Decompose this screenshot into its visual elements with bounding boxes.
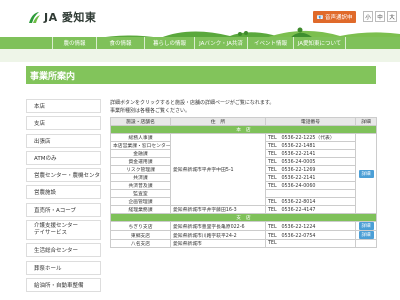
- facility-name: 資金運用課: [110, 157, 171, 166]
- facility-phone: TEL 0536-22-0754: [265, 230, 356, 240]
- column-header-phone: 電話番号: [265, 117, 356, 126]
- facility-phone: TEL: [265, 239, 356, 248]
- facility-address: 愛知県新城市平井字藤田16-3: [170, 205, 266, 214]
- table-row: ちぎり支店 愛知県新城市豊里字長亀原022-6 TEL 0536-22-1224…: [110, 221, 377, 231]
- facility-phone: TEL 0536-22-1224: [265, 221, 356, 231]
- detail-cell: 詳細: [355, 133, 377, 214]
- facility-address: 愛知県新城市: [170, 239, 266, 248]
- sidebar-item-funeral-hall[interactable]: 葬祭ホール: [26, 260, 101, 275]
- sidebar-item-head-office[interactable]: 本店: [26, 99, 101, 113]
- facility-phone: TEL 0536-22-1225（代表）: [265, 133, 356, 142]
- facility-phone: TEL 0536-24-0005: [265, 157, 356, 166]
- facility-phone: TEL 0536-24-0060: [265, 181, 356, 190]
- table-row: 八名支店 愛知県新城市 TEL: [110, 239, 377, 248]
- category-label: 支 店: [110, 213, 377, 222]
- facility-address: 愛知県新城市川路字萩平24-2: [170, 230, 266, 240]
- facility-address: 愛知県新城市豊里字長亀原022-6: [170, 221, 266, 231]
- facility-phone: TEL 0536-22-2141: [265, 149, 356, 158]
- detail-cell: [355, 239, 377, 248]
- description-line: 事業所種別は各種各ご覧ください。: [110, 108, 191, 114]
- detail-cell: 詳細: [355, 230, 377, 240]
- facility-name: 本店営業課・窓口センター: [110, 141, 171, 150]
- facility-name: 企画管理課: [110, 197, 171, 206]
- facility-address: 愛知県新城市平井字中田5-1: [170, 133, 266, 206]
- sidebar-item-atm[interactable]: ATMのみ: [26, 150, 101, 165]
- sidebar-item-label: 介護支援センター デイサービス: [34, 223, 79, 237]
- facility-phone: TEL 0536-22-2141: [265, 173, 356, 182]
- nav-item-food[interactable]: 食の情報: [97, 37, 145, 49]
- category-label: 本 店: [110, 125, 377, 134]
- facility-name: 総務人事課: [110, 133, 171, 142]
- nav-item-agriculture[interactable]: 農の情報: [52, 37, 97, 49]
- detail-button[interactable]: 詳細: [358, 231, 374, 239]
- category-row-branches: 支 店: [110, 213, 377, 222]
- description-line: 詳細ボタンをクリックすると施設・店舗の詳細ページがご覧になれます。: [110, 100, 275, 106]
- category-row-head-office: 本 店: [110, 125, 377, 134]
- facility-name: 八名支店: [110, 239, 171, 248]
- detail-button[interactable]: 詳細: [358, 222, 374, 230]
- nav-item-about[interactable]: JA愛知東について: [294, 37, 346, 49]
- sidebar-item-life-center[interactable]: 生活総合センター: [26, 243, 101, 258]
- breadcrumb-band: [0, 49, 400, 62]
- facility-name: 経理業務課: [110, 205, 171, 214]
- table-row: 東郷支店 愛知県新城市川路字萩平24-2 TEL 0536-22-0754 詳細: [110, 230, 377, 240]
- table-row: 経理業務課 愛知県新城市平井字藤田16-3 TEL 0536-22-4147: [110, 205, 377, 214]
- description: 詳細ボタンをクリックすると施設・店舗の詳細ページがご覧になれます。 事業所種別は…: [110, 99, 376, 115]
- detail-cell: 詳細: [355, 221, 377, 231]
- facility-name: ちぎり支店: [110, 221, 171, 231]
- column-header-detail: 詳細: [355, 117, 377, 126]
- nav-item-living[interactable]: 暮らしの情報: [145, 37, 195, 49]
- column-header-address: 住 所: [170, 117, 266, 126]
- sidebar-item-gas-station[interactable]: 給油所・自動車整備: [26, 277, 101, 292]
- nav-item-events[interactable]: イベント情報: [248, 37, 294, 49]
- sidebar-item-branches[interactable]: 支店: [26, 116, 101, 131]
- facility-name: 共済課: [110, 173, 171, 182]
- facility-name: 東郷支店: [110, 230, 171, 240]
- facility-phone: TEL 0536-22-8014: [265, 197, 356, 206]
- facility-phone: TEL 0536-22-1481: [265, 141, 356, 150]
- facility-name: 共済普及課: [110, 181, 171, 190]
- facility-name: 金融課: [110, 149, 171, 158]
- page-title: 事業所案内: [30, 72, 76, 82]
- sidebar-item-direct-sales[interactable]: 直売所・Aコープ: [26, 202, 101, 217]
- sidebar-item-farming-facilities[interactable]: 営農施設: [26, 185, 101, 200]
- sidebar: 本店 支店 出張店 ATMのみ 営農センター・農機センター 営農施設 直売所・A…: [26, 99, 101, 295]
- column-header-name: 施設・店舗名: [110, 117, 171, 126]
- sidebar-item-farming-center[interactable]: 営農センター・農機センター: [26, 168, 101, 183]
- table-row: 総務人事課 愛知県新城市平井字中田5-1 TEL 0536-22-1225（代表…: [110, 133, 377, 214]
- facility-content: 詳細ボタンをクリックすると施設・店舗の詳細ページがご覧になれます。 事業所種別は…: [110, 99, 377, 248]
- detail-button[interactable]: 詳細: [358, 169, 374, 178]
- sidebar-item-care-support[interactable]: 介護支援センター デイサービス: [26, 220, 101, 241]
- facility-phone: TEL 0536-22-1269: [265, 165, 356, 174]
- nav-item-bank-insurance[interactable]: JAバンク・JA共済: [195, 37, 248, 49]
- facility-phone: [265, 189, 356, 198]
- facility-name: 監査室: [110, 189, 171, 198]
- facility-phone: TEL 0536-22-4147: [265, 205, 356, 214]
- page-title-bar: 事業所案内: [26, 66, 376, 84]
- global-nav: 農の情報 食の情報 暮らしの情報 JAバンク・JA共済 イベント情報 JA愛知東…: [52, 37, 346, 49]
- facility-table: 施設・店舗名 住 所 電話番号 詳細 本 店 総務人事課 愛知県新城市平井字中田…: [110, 117, 377, 248]
- sidebar-item-sub-branches[interactable]: 出張店: [26, 133, 101, 148]
- facility-name: リスク管理課: [110, 165, 171, 174]
- table-header-row: 施設・店舗名 住 所 電話番号 詳細: [110, 117, 377, 126]
